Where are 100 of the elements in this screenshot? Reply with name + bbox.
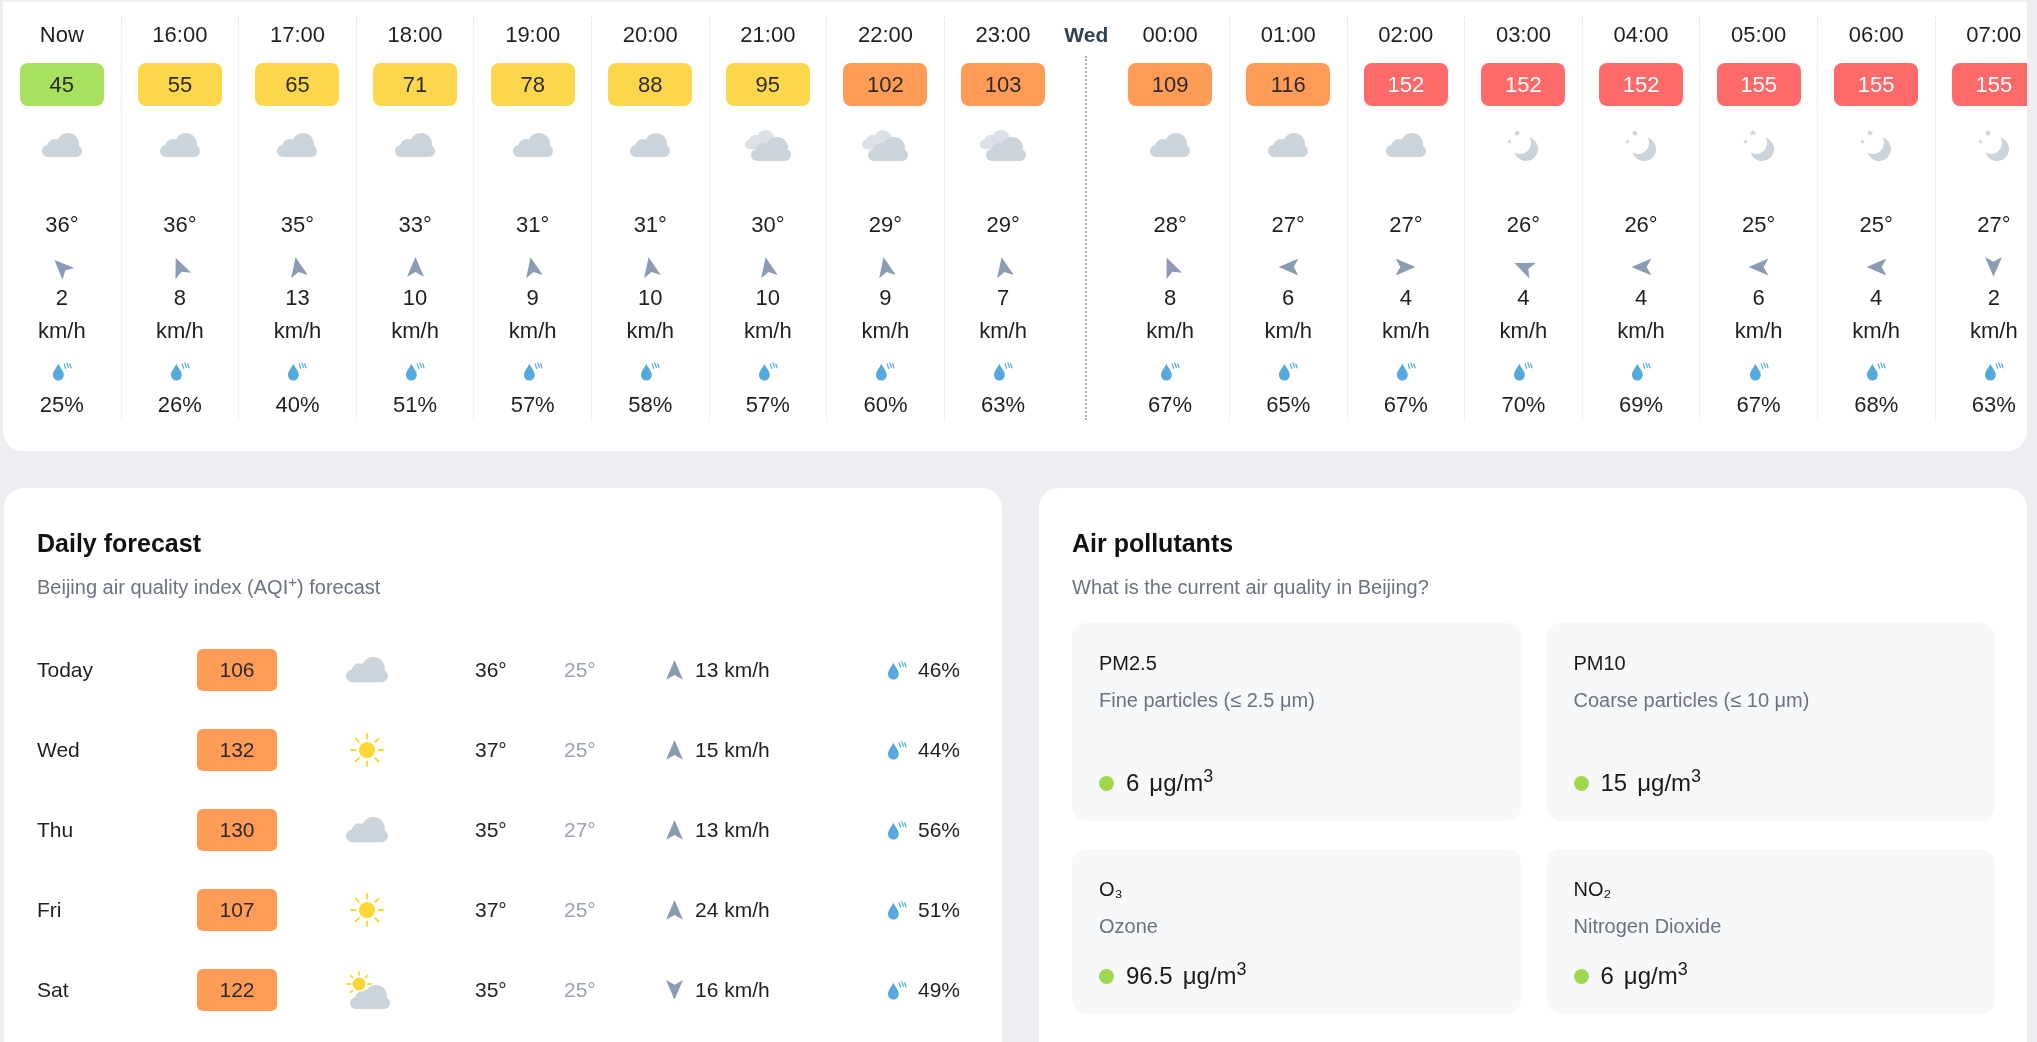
pollutant-value: 15 xyxy=(1600,768,1628,798)
wind-speed: 6 xyxy=(1752,284,1765,312)
humidity: 68% xyxy=(1854,391,1899,419)
sun-cloud-icon xyxy=(344,971,390,1009)
humidity: 44% xyxy=(917,737,960,763)
pollutant-description: Nitrogen Dioxide xyxy=(1573,914,1722,939)
hour-label: 06:00 xyxy=(1848,21,1904,49)
hour-label: 19:00 xyxy=(505,21,561,49)
wind-unit: km/h xyxy=(1852,317,1901,345)
aqi-badge: 65 xyxy=(255,63,340,106)
temperature: 31° xyxy=(633,211,667,239)
moon-stars-icon xyxy=(1976,128,2011,162)
hour-label: 07:00 xyxy=(1966,21,2022,49)
pollutant-unit: μg/m$^{3}$ xyxy=(1182,960,1247,991)
wind-unit: km/h xyxy=(1734,317,1783,345)
wind-speed: 16 km/h xyxy=(695,977,770,1003)
aqi-badge: 155 xyxy=(1951,63,2027,106)
hour-label: Now xyxy=(39,21,84,49)
wind-speed: 15 km/h xyxy=(695,737,770,763)
wind-speed: 2 xyxy=(55,284,68,312)
aqi-badge: 152 xyxy=(1363,63,1448,106)
wind-speed: 6 xyxy=(1282,284,1295,312)
aqi-badge: 132 xyxy=(197,729,277,771)
low-temperature: 25° xyxy=(564,657,596,683)
cloud-icon xyxy=(1385,133,1426,157)
section-subtitle: What is the current air quality in Beijing? xyxy=(1072,575,1429,600)
wind-speed: 9 xyxy=(526,284,539,312)
high-temperature: 35° xyxy=(475,817,507,843)
cloud-icon xyxy=(512,133,553,157)
humidity: 69% xyxy=(1619,391,1664,419)
aqi-badge: 88 xyxy=(608,63,693,106)
high-temperature: 37° xyxy=(475,737,507,763)
humidity-drop-icon xyxy=(1982,361,2005,381)
humidity: 70% xyxy=(1501,391,1546,419)
wind-unit: km/h xyxy=(391,317,439,345)
aqi-badge: 122 xyxy=(197,969,277,1011)
humidity: 58% xyxy=(628,391,673,419)
wind-unit: km/h xyxy=(1969,317,2018,345)
humidity-drop-icon xyxy=(756,361,779,381)
aqi-badge: 107 xyxy=(197,889,277,931)
humidity: 51% xyxy=(393,391,438,419)
humidity: 63% xyxy=(981,391,1026,419)
humidity-drop-icon xyxy=(1394,361,1417,381)
pollutant-name: PM10 xyxy=(1573,651,1626,676)
clouds-icon xyxy=(980,129,1027,161)
moon-stars-icon xyxy=(1624,128,1658,162)
low-temperature: 25° xyxy=(564,897,596,923)
sun-icon xyxy=(349,892,385,928)
wind-unit: km/h xyxy=(744,317,792,345)
wind-speed: 10 xyxy=(402,284,428,312)
humidity: 40% xyxy=(275,391,320,419)
high-temperature: 36° xyxy=(475,657,507,683)
temperature: 36° xyxy=(45,211,79,239)
humidity-drop-icon xyxy=(168,361,191,381)
hour-label: 23:00 xyxy=(975,21,1031,49)
humidity-drop-icon xyxy=(885,980,908,1000)
day-name: Sat xyxy=(37,977,69,1003)
aqi-badge: 116 xyxy=(1246,63,1331,106)
humidity-drop-icon xyxy=(1512,361,1535,381)
moon-stars-icon xyxy=(1741,128,1776,162)
wind-speed: 8 xyxy=(1164,284,1177,312)
humidity-drop-icon xyxy=(639,361,662,381)
wind-speed: 10 xyxy=(755,284,781,312)
wind-speed: 4 xyxy=(1399,284,1412,312)
hour-label: 18:00 xyxy=(387,21,443,49)
pollutant-name: O₃ xyxy=(1099,877,1123,902)
section-subtitle: Beijing air quality index (AQI$^{+}$) forecast xyxy=(37,573,381,600)
humidity: 46% xyxy=(917,657,960,683)
wind-unit: km/h xyxy=(1146,317,1194,345)
humidity: 51% xyxy=(917,897,960,923)
temperature: 30° xyxy=(751,211,785,239)
temperature: 29° xyxy=(986,211,1020,239)
cloud-icon xyxy=(346,817,388,843)
pollutant-value: 6 xyxy=(1600,961,1614,991)
high-temperature: 37° xyxy=(475,897,507,923)
humidity-drop-icon xyxy=(404,361,427,381)
aqi-badge: 152 xyxy=(1599,63,1683,106)
cloud-icon xyxy=(395,133,436,157)
wind-unit: km/h xyxy=(626,317,675,345)
humidity-drop-icon xyxy=(885,660,908,680)
day-name: Today xyxy=(37,657,94,683)
sun-icon xyxy=(349,732,385,768)
humidity: 57% xyxy=(510,391,555,419)
day-name: Thu xyxy=(37,817,74,843)
wind-unit: km/h xyxy=(273,317,322,345)
temperature: 27° xyxy=(1389,211,1423,239)
pollutant-description: Coarse particles (≤ 10 μm) xyxy=(1573,688,1810,713)
aqi-badge: 152 xyxy=(1481,63,1566,106)
hour-label: 21:00 xyxy=(740,21,796,49)
hour-label: 16:00 xyxy=(152,21,208,49)
aqi-badge: 155 xyxy=(1834,63,1919,106)
humidity: 67% xyxy=(1736,391,1781,419)
wind-unit: km/h xyxy=(1617,317,1665,345)
wind-speed: 13 km/h xyxy=(695,817,770,843)
hour-label: 20:00 xyxy=(622,21,678,49)
wind-speed: 4 xyxy=(1870,284,1883,312)
aqi-badge: 109 xyxy=(1128,63,1213,106)
wind-speed: 24 km/h xyxy=(695,897,770,923)
aqi-badge: 103 xyxy=(961,63,1046,106)
humidity-drop-icon xyxy=(1630,361,1652,381)
